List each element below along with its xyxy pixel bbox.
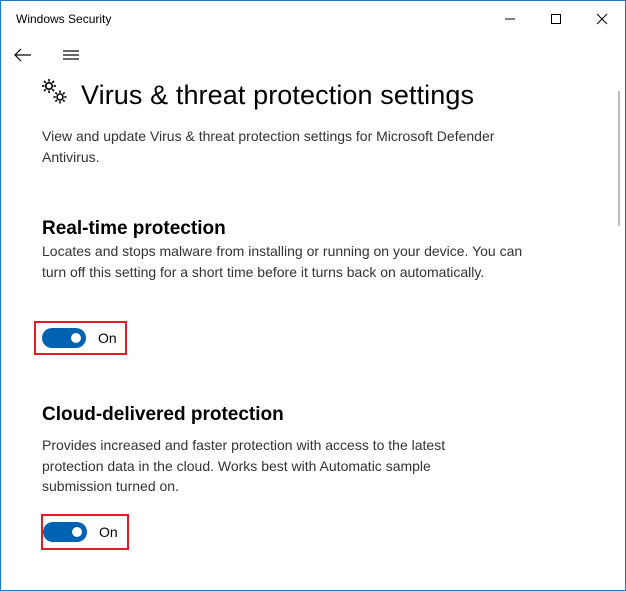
page-title: Virus & threat protection settings [81, 80, 475, 110]
back-button[interactable] [9, 43, 37, 67]
minimize-button[interactable] [487, 1, 533, 37]
cloud-protection-toggle-highlight: On [41, 514, 129, 550]
gears-icon [40, 77, 70, 107]
minimize-icon [505, 18, 515, 20]
scrollbar[interactable] [618, 91, 620, 226]
cloud-protection-toggle[interactable] [43, 522, 87, 542]
realtime-protection-toggle[interactable] [42, 328, 86, 348]
realtime-protection-toggle-highlight: On [34, 321, 127, 355]
toggle-knob [72, 527, 82, 537]
cloud-protection-title: Cloud-delivered protection [42, 404, 284, 425]
close-button[interactable] [579, 1, 625, 37]
realtime-protection-description: Locates and stops malware from installin… [42, 243, 523, 280]
toggle-knob [71, 333, 81, 343]
realtime-protection-title: Real-time protection [42, 218, 226, 239]
cloud-protection-description: Provides increased and faster protection… [42, 437, 446, 494]
hamburger-menu-icon [63, 50, 79, 60]
cloud-protection-toggle-label: On [99, 524, 118, 540]
title-bar[interactable]: Windows Security [1, 1, 625, 37]
nav-bar [1, 37, 625, 73]
realtime-protection-toggle-label: On [98, 330, 117, 346]
arrow-left-icon [14, 48, 31, 62]
page-description: View and update Virus & threat protectio… [42, 128, 495, 165]
menu-button[interactable] [57, 43, 85, 67]
app-window: Windows Security Virus & threat protecti… [0, 0, 626, 591]
maximize-icon [551, 14, 561, 24]
close-icon [596, 13, 608, 25]
window-title: Windows Security [16, 12, 112, 26]
maximize-button[interactable] [533, 1, 579, 37]
